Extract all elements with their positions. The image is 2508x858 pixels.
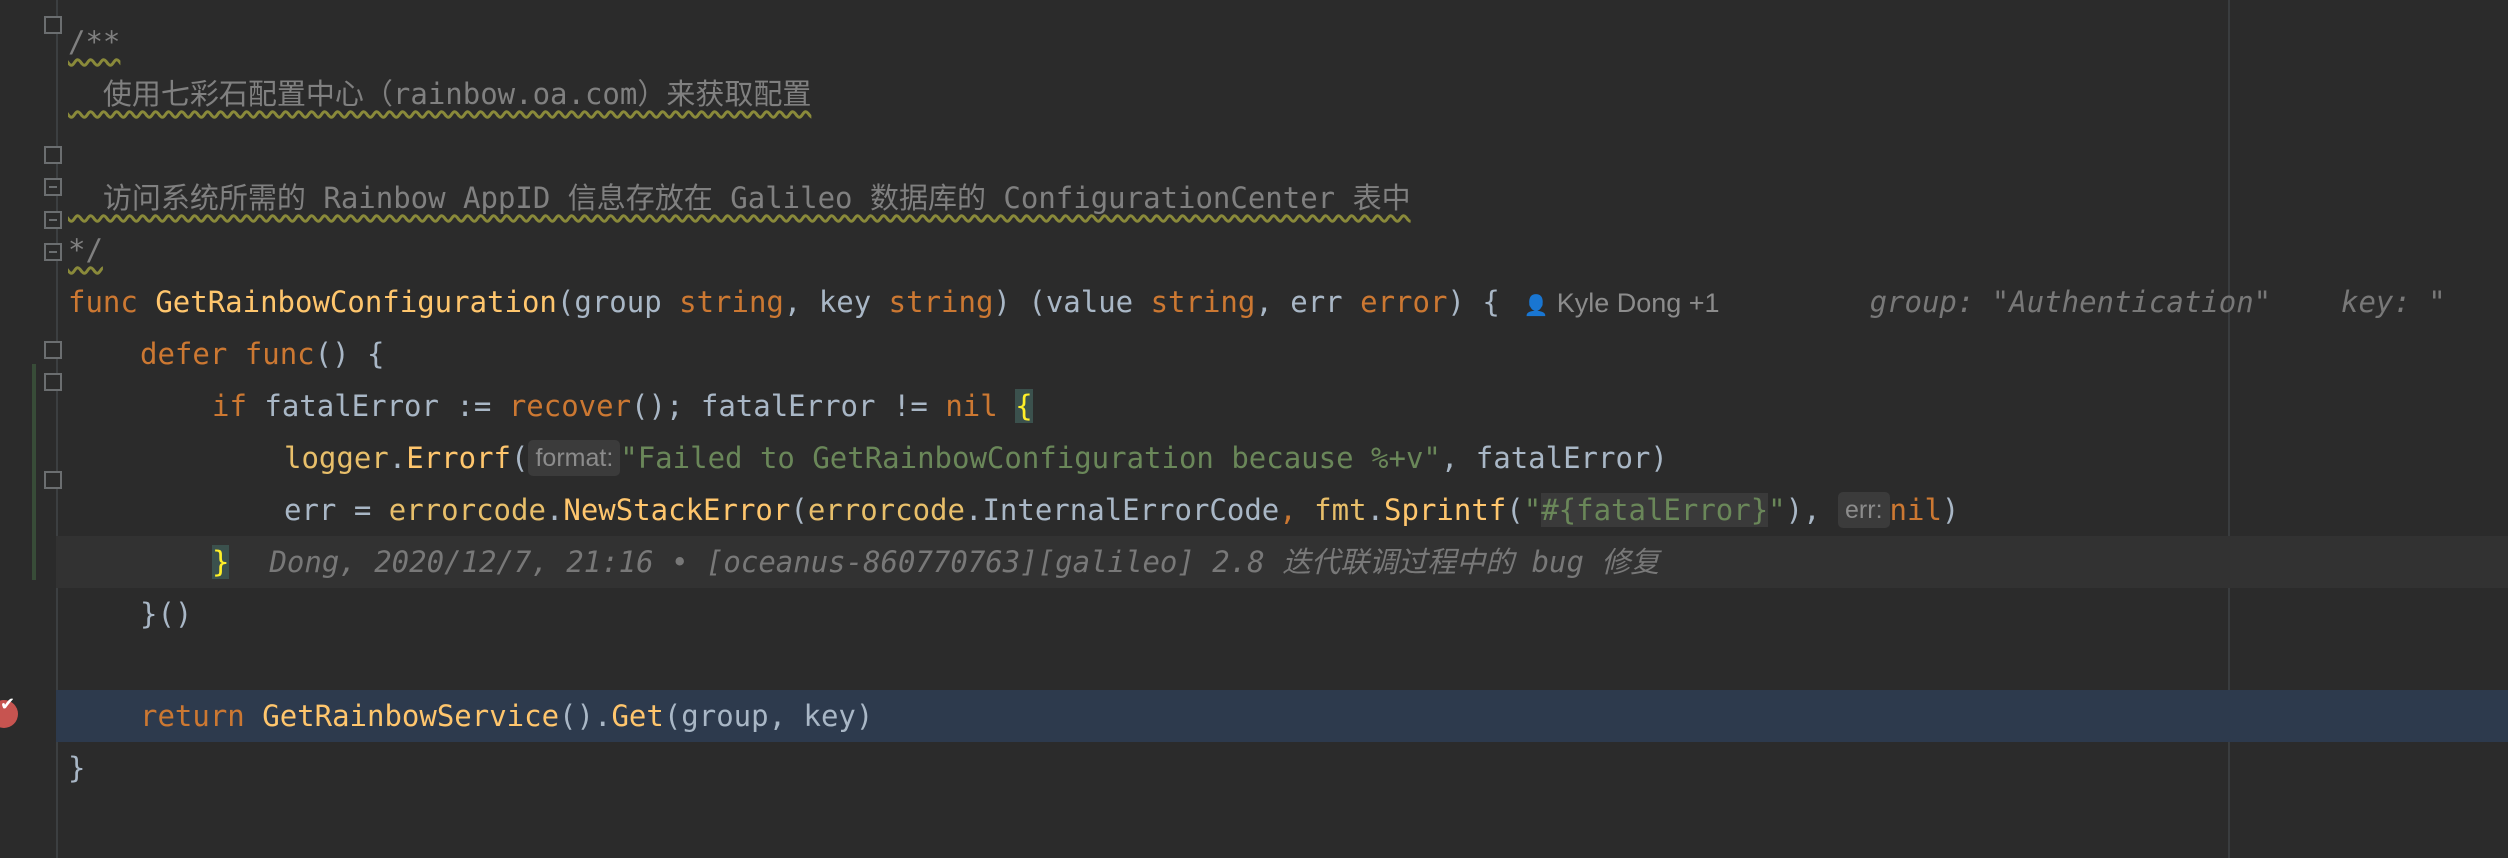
package-name: logger [284, 441, 389, 475]
doc-comment-text: 访问系统所需的 Rainbow AppID 信息存放在 Galileo 数据库的… [68, 181, 1411, 215]
keyword: return [140, 699, 245, 733]
punct: ) [1941, 493, 1960, 527]
function-call: Sprintf [1384, 493, 1507, 527]
code-line[interactable]: err = errorcode.NewStackError(errorcode.… [56, 484, 2508, 536]
person-icon: 👤 [1523, 295, 1549, 317]
code-line[interactable]: func GetRainbowConfiguration(group strin… [56, 276, 2508, 328]
logger-call: logger.Errorf(format: "Failed to GetRainb… [284, 432, 1668, 484]
err-assignment: err = errorcode.NewStackError(errorcode.… [284, 492, 1960, 528]
return-statement: return GetRainbowService().Get(group, ke… [140, 690, 873, 742]
code-line-execution-point[interactable]: return GetRainbowService().Get(group, ke… [56, 690, 2508, 742]
punct: ), [1785, 493, 1821, 527]
keyword: if [212, 389, 247, 423]
matched-brace: } [212, 545, 230, 579]
punct: . [388, 441, 407, 475]
code-editor[interactable]: ✔ /** 使用七彩石配置中心（rainbow.oa.com）来获取配置 访问系… [0, 0, 2508, 858]
keyword: defer [140, 337, 228, 371]
debug-inline-values: group: "Authentication" key: " [1869, 285, 2446, 319]
keyword: func [244, 337, 315, 371]
keyword: func [68, 285, 138, 319]
punct: , [783, 285, 819, 319]
parameter-hint: err: [1838, 492, 1890, 528]
type: error [1360, 285, 1448, 319]
function-call: Errorf [406, 441, 511, 475]
punct: ( [511, 441, 529, 475]
param: err [1290, 285, 1361, 319]
code-text: , fatalError) [1440, 441, 1668, 475]
string-literal: "Failed to GetRainbowConfiguration becau… [620, 441, 1441, 475]
package-name: fmt [1314, 493, 1367, 527]
param: key [818, 285, 889, 319]
code-text: (group, key) [663, 699, 874, 733]
string-quote: " [1523, 493, 1542, 527]
punct: , [1255, 285, 1291, 319]
function-name[interactable]: GetRainbowConfiguration [155, 285, 557, 319]
punct: ) { [1447, 285, 1500, 319]
package-name: errorcode [388, 493, 546, 527]
constant: InternalErrorCode [982, 493, 1280, 527]
punct: ) ( [993, 285, 1046, 319]
func-signature: func GetRainbowConfiguration(group strin… [68, 276, 2446, 332]
param: value [1045, 285, 1151, 319]
punct: ( [556, 285, 575, 319]
builtin: recover [508, 389, 632, 423]
code-line[interactable] [56, 640, 2508, 692]
author-hint[interactable]: 👤 Kyle Dong +1 [1524, 288, 1720, 318]
code-line[interactable]: }() [56, 588, 2508, 640]
function-call[interactable]: GetRainbowService [262, 699, 559, 733]
editor-gutter[interactable]: ✔ [0, 0, 62, 858]
punct: () { [314, 337, 385, 371]
code-line[interactable]: } [56, 742, 2508, 794]
param: group [574, 285, 680, 319]
closing-brace-line: } Dong, 2020/12/7, 21:16 • [oceanus-86077… [212, 536, 1659, 588]
defer-close: }() [140, 597, 193, 631]
matched-brace: { [1015, 389, 1033, 423]
doc-comment-start: /** [68, 25, 121, 59]
punct: ( [790, 493, 808, 527]
author-name: Kyle Dong +1 [1556, 288, 1720, 318]
keyword: nil [945, 389, 998, 423]
function-call[interactable]: Get [611, 699, 663, 733]
punct: , [1279, 493, 1315, 527]
punct: (). [559, 699, 612, 733]
if-statement: if fatalError := recover(); fatalError !… [212, 380, 1033, 432]
vcs-change-marker[interactable] [32, 364, 36, 580]
code-line[interactable]: logger.Errorf(format: "Failed to GetRainb… [56, 432, 2508, 484]
keyword: nil [1889, 493, 1942, 527]
parameter-hint: format: [528, 440, 621, 476]
function-call: NewStackError [563, 493, 791, 527]
type: string [1150, 285, 1256, 319]
func-close: } [68, 751, 86, 785]
code-text: (); fatalError != [631, 389, 946, 423]
code-line[interactable]: defer func() { [56, 328, 2508, 380]
package-name: errorcode [807, 493, 965, 527]
doc-comment-end: */ [68, 233, 103, 267]
code-line[interactable]: 使用七彩石配置中心（rainbow.oa.com）来获取配置 [56, 68, 2508, 120]
code-line[interactable]: /** [56, 16, 2508, 68]
defer-statement: defer func() { [140, 328, 384, 380]
code-line[interactable] [56, 120, 2508, 172]
string-template: #{fatalError} [1541, 493, 1769, 527]
type: string [679, 285, 784, 319]
code-text: err = [284, 493, 389, 527]
type: string [888, 285, 994, 319]
checkmark-icon: ✔ [0, 694, 16, 715]
code-line-current[interactable]: } Dong, 2020/12/7, 21:16 • [oceanus-86077… [56, 536, 2508, 588]
code-line[interactable]: if fatalError := recover(); fatalError !… [56, 380, 2508, 432]
code-line[interactable]: */ [56, 224, 2508, 276]
code-text: fatalError := [246, 389, 509, 423]
string-quote: " [1768, 493, 1786, 527]
git-blame-annotation[interactable]: Dong, 2020/12/7, 21:16 • [oceanus-860770… [269, 545, 1659, 579]
doc-comment-text: 使用七彩石配置中心（rainbow.oa.com）来获取配置 [68, 77, 812, 111]
code-line[interactable]: 访问系统所需的 Rainbow AppID 信息存放在 Galileo 数据库的… [56, 172, 2508, 224]
